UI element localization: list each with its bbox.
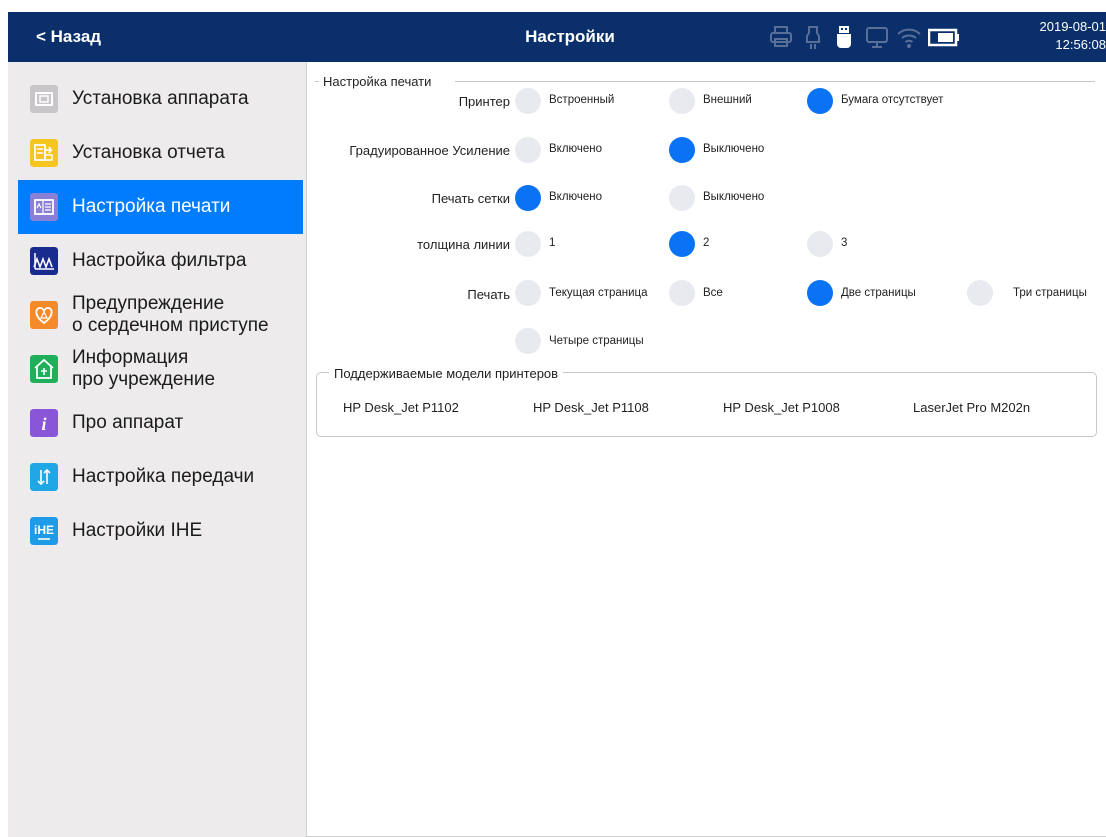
option-label[interactable]: Внешний bbox=[703, 94, 752, 106]
wifi-icon bbox=[897, 28, 921, 48]
printer-model-item: HP Desk_Jet P1008 bbox=[723, 400, 840, 415]
svg-text:i: i bbox=[41, 414, 46, 434]
device-icon bbox=[30, 85, 58, 113]
option-label[interactable]: Выключено bbox=[703, 191, 764, 203]
option-label[interactable]: Текущая страница bbox=[549, 287, 648, 299]
sidebar-item-label: Информация про учреждение bbox=[72, 347, 216, 390]
sidebar-item-label: Предупреждение о сердечном приступе bbox=[72, 293, 269, 336]
heart-warning-icon bbox=[30, 301, 58, 329]
sidebar-item-label: Установка отчета bbox=[72, 142, 225, 163]
radio-line-width-2[interactable] bbox=[669, 231, 695, 257]
ihe-icon: iHE bbox=[30, 517, 58, 545]
main-panel: Настройка печати Принтер Встроенный Внеш… bbox=[306, 62, 1106, 837]
radio-print-all[interactable] bbox=[669, 280, 695, 306]
option-label[interactable]: Включено bbox=[549, 191, 602, 203]
graded-gain-label: Градуированное Усиление bbox=[349, 143, 510, 158]
sidebar-item-device-setup[interactable]: Установка аппарата bbox=[18, 72, 305, 126]
usb-stick-icon bbox=[837, 26, 851, 48]
time-text: 12:56:08 bbox=[1055, 37, 1106, 52]
printer-label: Принтер bbox=[458, 94, 510, 109]
line-width-label: толщина линии bbox=[417, 237, 510, 252]
radio-grid-print-on[interactable] bbox=[515, 185, 541, 211]
sidebar-item-label: Про аппарат bbox=[72, 412, 184, 433]
option-label[interactable]: 3 bbox=[841, 237, 847, 249]
sidebar-item-heart-warning[interactable]: Предупреждение о сердечном приступе bbox=[18, 288, 305, 342]
sidebar-item-label: Настройка передачи bbox=[72, 466, 255, 487]
radio-print-current-page[interactable] bbox=[515, 280, 541, 306]
printer-model-item: HP Desk_Jet P1108 bbox=[533, 400, 649, 415]
date-text: 2019-08-01 bbox=[1039, 19, 1106, 34]
radio-line-width-1[interactable] bbox=[515, 231, 541, 257]
sidebar-item-label: Настройка печати bbox=[72, 196, 231, 217]
printer-icon bbox=[770, 26, 792, 47]
option-label[interactable]: Выключено bbox=[703, 143, 764, 155]
page-title: Настройки bbox=[525, 27, 615, 46]
option-label[interactable]: Четыре страницы bbox=[549, 335, 644, 347]
option-label[interactable]: Все bbox=[703, 287, 723, 299]
print-settings-legend: Настройка печати bbox=[318, 74, 437, 89]
sidebar-item-report-setup[interactable]: Установка отчета bbox=[18, 126, 305, 180]
printer-model-item: LaserJet Pro M202n bbox=[913, 400, 1031, 415]
radio-printer-no-paper[interactable] bbox=[807, 88, 833, 114]
display-icon bbox=[866, 27, 888, 48]
radio-line-width-3[interactable] bbox=[807, 231, 833, 257]
print-label: Печать bbox=[467, 287, 510, 302]
battery-icon bbox=[928, 28, 959, 47]
radio-print-two-pages[interactable] bbox=[807, 280, 833, 306]
option-label[interactable]: Встроенный bbox=[549, 94, 614, 106]
radio-print-three-pages[interactable] bbox=[967, 280, 993, 306]
option-label[interactable]: Две страницы bbox=[841, 287, 916, 299]
institution-icon bbox=[30, 355, 58, 383]
radio-graded-gain-off[interactable] bbox=[669, 137, 695, 163]
printer-models-legend: Поддерживаемые модели принтеров bbox=[329, 366, 564, 381]
option-label[interactable]: Включено bbox=[549, 143, 602, 155]
sidebar: Установка аппарата Установка отчета Наст… bbox=[8, 62, 308, 837]
transfer-icon bbox=[30, 463, 58, 491]
sidebar-item-filter-settings[interactable]: Настройка фильтра bbox=[18, 234, 305, 288]
datetime: 2019-08-01 12:56:08 bbox=[1024, 18, 1106, 54]
report-icon bbox=[30, 139, 58, 167]
radio-graded-gain-on[interactable] bbox=[515, 137, 541, 163]
sidebar-item-label: Установка аппарата bbox=[72, 88, 249, 109]
back-button[interactable]: < Назад bbox=[36, 12, 101, 62]
option-label[interactable]: 2 bbox=[703, 237, 709, 249]
sidebar-item-ihe-settings[interactable]: iHE Настройки IHE bbox=[18, 504, 305, 558]
filter-wave-icon bbox=[30, 247, 58, 275]
info-icon: i bbox=[30, 409, 58, 437]
sidebar-item-about-device[interactable]: i Про аппарат bbox=[18, 396, 305, 450]
svg-text:iHE: iHE bbox=[34, 523, 54, 537]
grid-print-label: Печать сетки bbox=[431, 191, 510, 206]
option-label[interactable]: Бумага отсутствует bbox=[841, 94, 943, 106]
top-bar: < Назад Настройки 2019-08-01 12:56:08 bbox=[8, 12, 1106, 62]
sidebar-item-label: Настройки IHE bbox=[72, 520, 203, 541]
radio-printer-builtin[interactable] bbox=[515, 88, 541, 114]
option-label[interactable]: Три страницы bbox=[1013, 287, 1087, 299]
sidebar-item-institution-info[interactable]: Информация про учреждение bbox=[18, 342, 305, 396]
print-settings-icon bbox=[30, 193, 58, 221]
radio-print-four-pages[interactable] bbox=[515, 328, 541, 354]
sidebar-item-label: Настройка фильтра bbox=[72, 250, 247, 271]
sidebar-item-print-settings[interactable]: Настройка печати bbox=[18, 180, 303, 234]
printer-model-item: HP Desk_Jet P1102 bbox=[343, 400, 459, 415]
sidebar-item-transfer-settings[interactable]: Настройка передачи bbox=[18, 450, 305, 504]
radio-printer-external[interactable] bbox=[669, 88, 695, 114]
option-label[interactable]: 1 bbox=[549, 237, 555, 249]
radio-grid-print-off[interactable] bbox=[669, 185, 695, 211]
usb-icon bbox=[806, 26, 820, 49]
